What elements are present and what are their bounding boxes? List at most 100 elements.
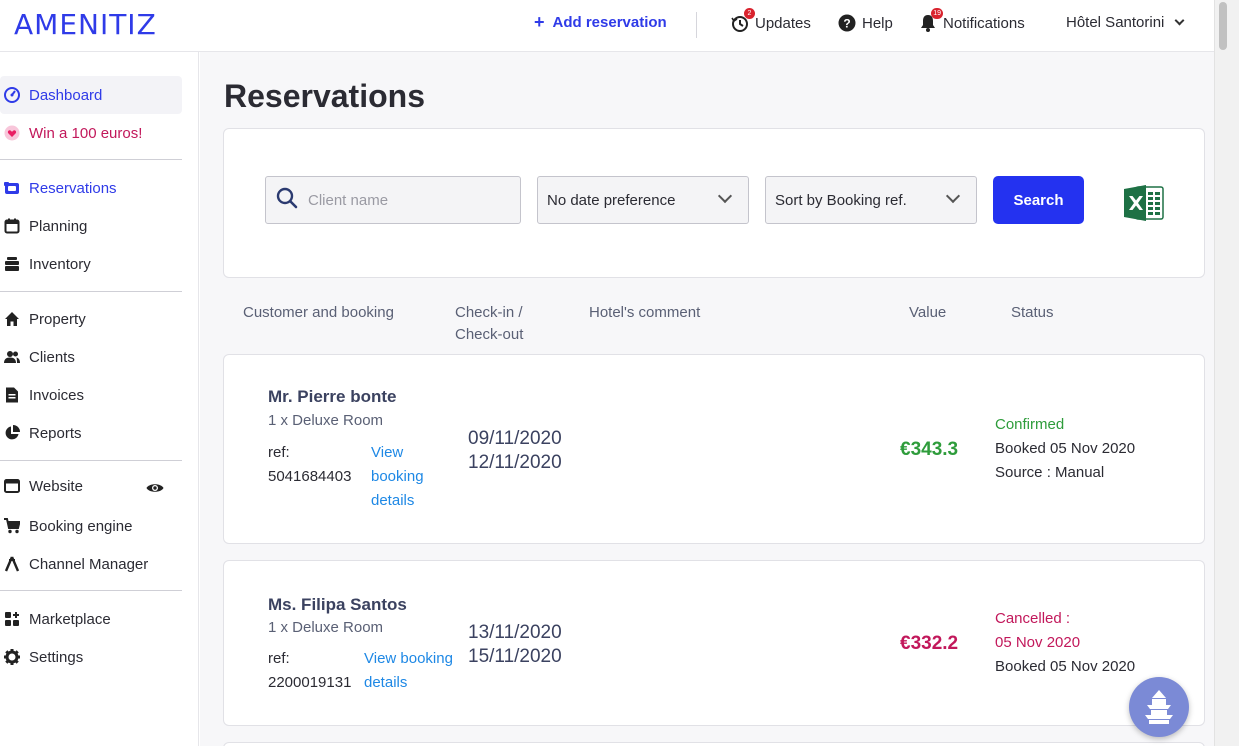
- notifications-badge: 19: [931, 8, 943, 19]
- sidebar-item-label: Planning: [29, 217, 88, 235]
- dashboard-gauge-icon: [4, 87, 20, 103]
- sidebar-item-clients[interactable]: Clients: [0, 338, 182, 376]
- amenitiz-logo[interactable]: AMENITIZ: [14, 8, 157, 41]
- sidebar-divider: [0, 460, 182, 461]
- cancel-date: 05 Nov 2020: [995, 634, 1081, 651]
- customer-name[interactable]: Ms. Filipa Santos: [268, 595, 407, 615]
- sidebar-item-label: Channel Manager: [29, 555, 149, 573]
- sidebar-item-property[interactable]: Property: [0, 300, 182, 338]
- sidebar-divider: [0, 159, 182, 160]
- room-type: 1 x Deluxe Room: [268, 412, 384, 429]
- checkout-date: 15/11/2020: [468, 646, 562, 667]
- sidebar-item-reports[interactable]: Reports: [0, 414, 182, 452]
- checkin-date: 09/11/2020: [468, 428, 562, 449]
- page-scrollbar[interactable]: [1214, 0, 1239, 746]
- search-icon: [276, 187, 298, 214]
- reservation-row[interactable]: [223, 742, 1205, 746]
- column-header-comment: Hotel's comment: [589, 304, 701, 321]
- sidebar-item-dashboard[interactable]: Dashboard: [0, 76, 182, 114]
- page-title: Reservations: [224, 78, 425, 114]
- reservation-row[interactable]: Mr. Pierre bonte 1 x Deluxe Room ref: 50…: [223, 354, 1205, 544]
- help-label: Help: [862, 14, 893, 32]
- cart-icon: [4, 518, 20, 534]
- sidebar: Dashboard Win a 100 euros! Reservations …: [0, 52, 199, 746]
- sidebar-item-reservations[interactable]: Reservations: [0, 169, 182, 207]
- sidebar-item-channel-manager[interactable]: Channel Manager: [0, 545, 182, 583]
- sidebar-item-label: Invoices: [29, 386, 85, 404]
- room-type: 1 x Deluxe Room: [268, 619, 384, 636]
- sidebar-item-label: Booking engine: [29, 517, 133, 535]
- sidebar-item-label: Reservations: [29, 179, 117, 197]
- view-booking-details-link[interactable]: View booking details: [364, 647, 453, 695]
- pagoda-icon: [1145, 690, 1173, 724]
- excel-export-icon[interactable]: [1124, 184, 1164, 222]
- notifications-button[interactable]: 19 Notifications: [919, 8, 1025, 32]
- calendar-icon: [4, 218, 20, 234]
- booking-ref-number: 5041684403: [268, 468, 352, 485]
- sort-select[interactable]: Sort by Booking ref.: [765, 176, 977, 224]
- chevron-down-icon: [1174, 15, 1185, 26]
- booking-ref-number: 2200019131: [268, 674, 352, 691]
- home-icon: [4, 311, 20, 327]
- sidebar-item-marketplace[interactable]: Marketplace: [0, 600, 182, 638]
- sidebar-item-invoices[interactable]: Invoices: [0, 376, 182, 414]
- chevron-down-icon: [945, 188, 961, 204]
- booking-status: Confirmed Booked 05 Nov 2020 Source : Ma…: [995, 413, 1135, 485]
- link-text: View: [371, 444, 404, 461]
- updates-label: Updates: [755, 14, 811, 32]
- booking-status: Cancelled : 05 Nov 2020 Booked 05 Nov 20…: [995, 607, 1135, 679]
- pie-chart-icon: [4, 425, 20, 441]
- support-chat-button[interactable]: [1129, 677, 1189, 737]
- date-preference-value: No date preference: [547, 191, 676, 209]
- sidebar-item-label: Clients: [29, 348, 75, 366]
- sidebar-item-booking-engine[interactable]: Booking engine: [0, 507, 182, 545]
- booking-ref-label: ref:: [268, 444, 290, 461]
- sidebar-divider: [0, 291, 182, 292]
- header-divider: [696, 12, 697, 38]
- column-header-checkin: Check-in /: [455, 304, 523, 321]
- column-header-value: Value: [909, 304, 947, 321]
- browser-window-icon: [4, 478, 20, 494]
- booking-value: €332.2: [900, 633, 959, 654]
- stay-dates: 09/11/2020 12/11/2020: [468, 427, 562, 475]
- link-text: booking: [371, 468, 424, 485]
- booking-ref: ref: 5041684403: [268, 441, 351, 489]
- hotel-selector[interactable]: Hôtel Santorini: [1066, 14, 1185, 31]
- channel-manager-icon: [4, 556, 20, 572]
- status-badge: Cancelled :: [995, 610, 1071, 627]
- eye-icon[interactable]: [146, 482, 164, 494]
- booking-ref-label: ref:: [268, 650, 290, 667]
- sidebar-item-settings[interactable]: Settings: [0, 638, 182, 676]
- scrollbar-thumb[interactable]: [1219, 2, 1227, 50]
- sidebar-item-promo[interactable]: Win a 100 euros!: [0, 114, 182, 152]
- gear-icon: [4, 649, 20, 665]
- sort-value: Sort by Booking ref.: [775, 191, 907, 209]
- add-reservation-button[interactable]: + Add reservation: [534, 13, 667, 31]
- view-booking-details-link[interactable]: View booking details: [371, 441, 424, 513]
- client-name-input[interactable]: [308, 191, 508, 209]
- filter-panel: No date preference Sort by Booking ref. …: [223, 128, 1205, 278]
- link-text: details: [371, 492, 415, 509]
- main-content: Reservations No date preference Sort by …: [200, 52, 1214, 746]
- customer-name[interactable]: Mr. Pierre bonte: [268, 387, 396, 407]
- search-button[interactable]: Search: [993, 176, 1084, 224]
- sidebar-divider: [0, 590, 182, 591]
- sidebar-item-label: Settings: [29, 648, 84, 666]
- updates-button[interactable]: 2 Updates: [731, 8, 811, 32]
- booked-date: Booked 05 Nov 2020: [995, 440, 1136, 457]
- column-header-customer: Customer and booking: [243, 304, 394, 321]
- booking-source: Source : Manual: [995, 464, 1105, 481]
- help-button[interactable]: ? Help: [838, 14, 893, 32]
- sidebar-item-planning[interactable]: Planning: [0, 207, 182, 245]
- updates-badge: 2: [744, 8, 755, 19]
- sidebar-item-label: Win a 100 euros!: [29, 124, 143, 142]
- client-search[interactable]: [265, 176, 521, 224]
- column-header-status: Status: [1011, 304, 1054, 321]
- apps-grid-icon: [4, 611, 20, 627]
- sidebar-item-inventory[interactable]: Inventory: [0, 245, 182, 283]
- inventory-stack-icon: [4, 256, 20, 272]
- sidebar-item-label: Dashboard: [29, 86, 103, 104]
- reservation-row[interactable]: Ms. Filipa Santos 1 x Deluxe Room ref: 2…: [223, 560, 1205, 726]
- date-preference-select[interactable]: No date preference: [537, 176, 749, 224]
- booked-date: Booked 05 Nov 2020: [995, 658, 1136, 675]
